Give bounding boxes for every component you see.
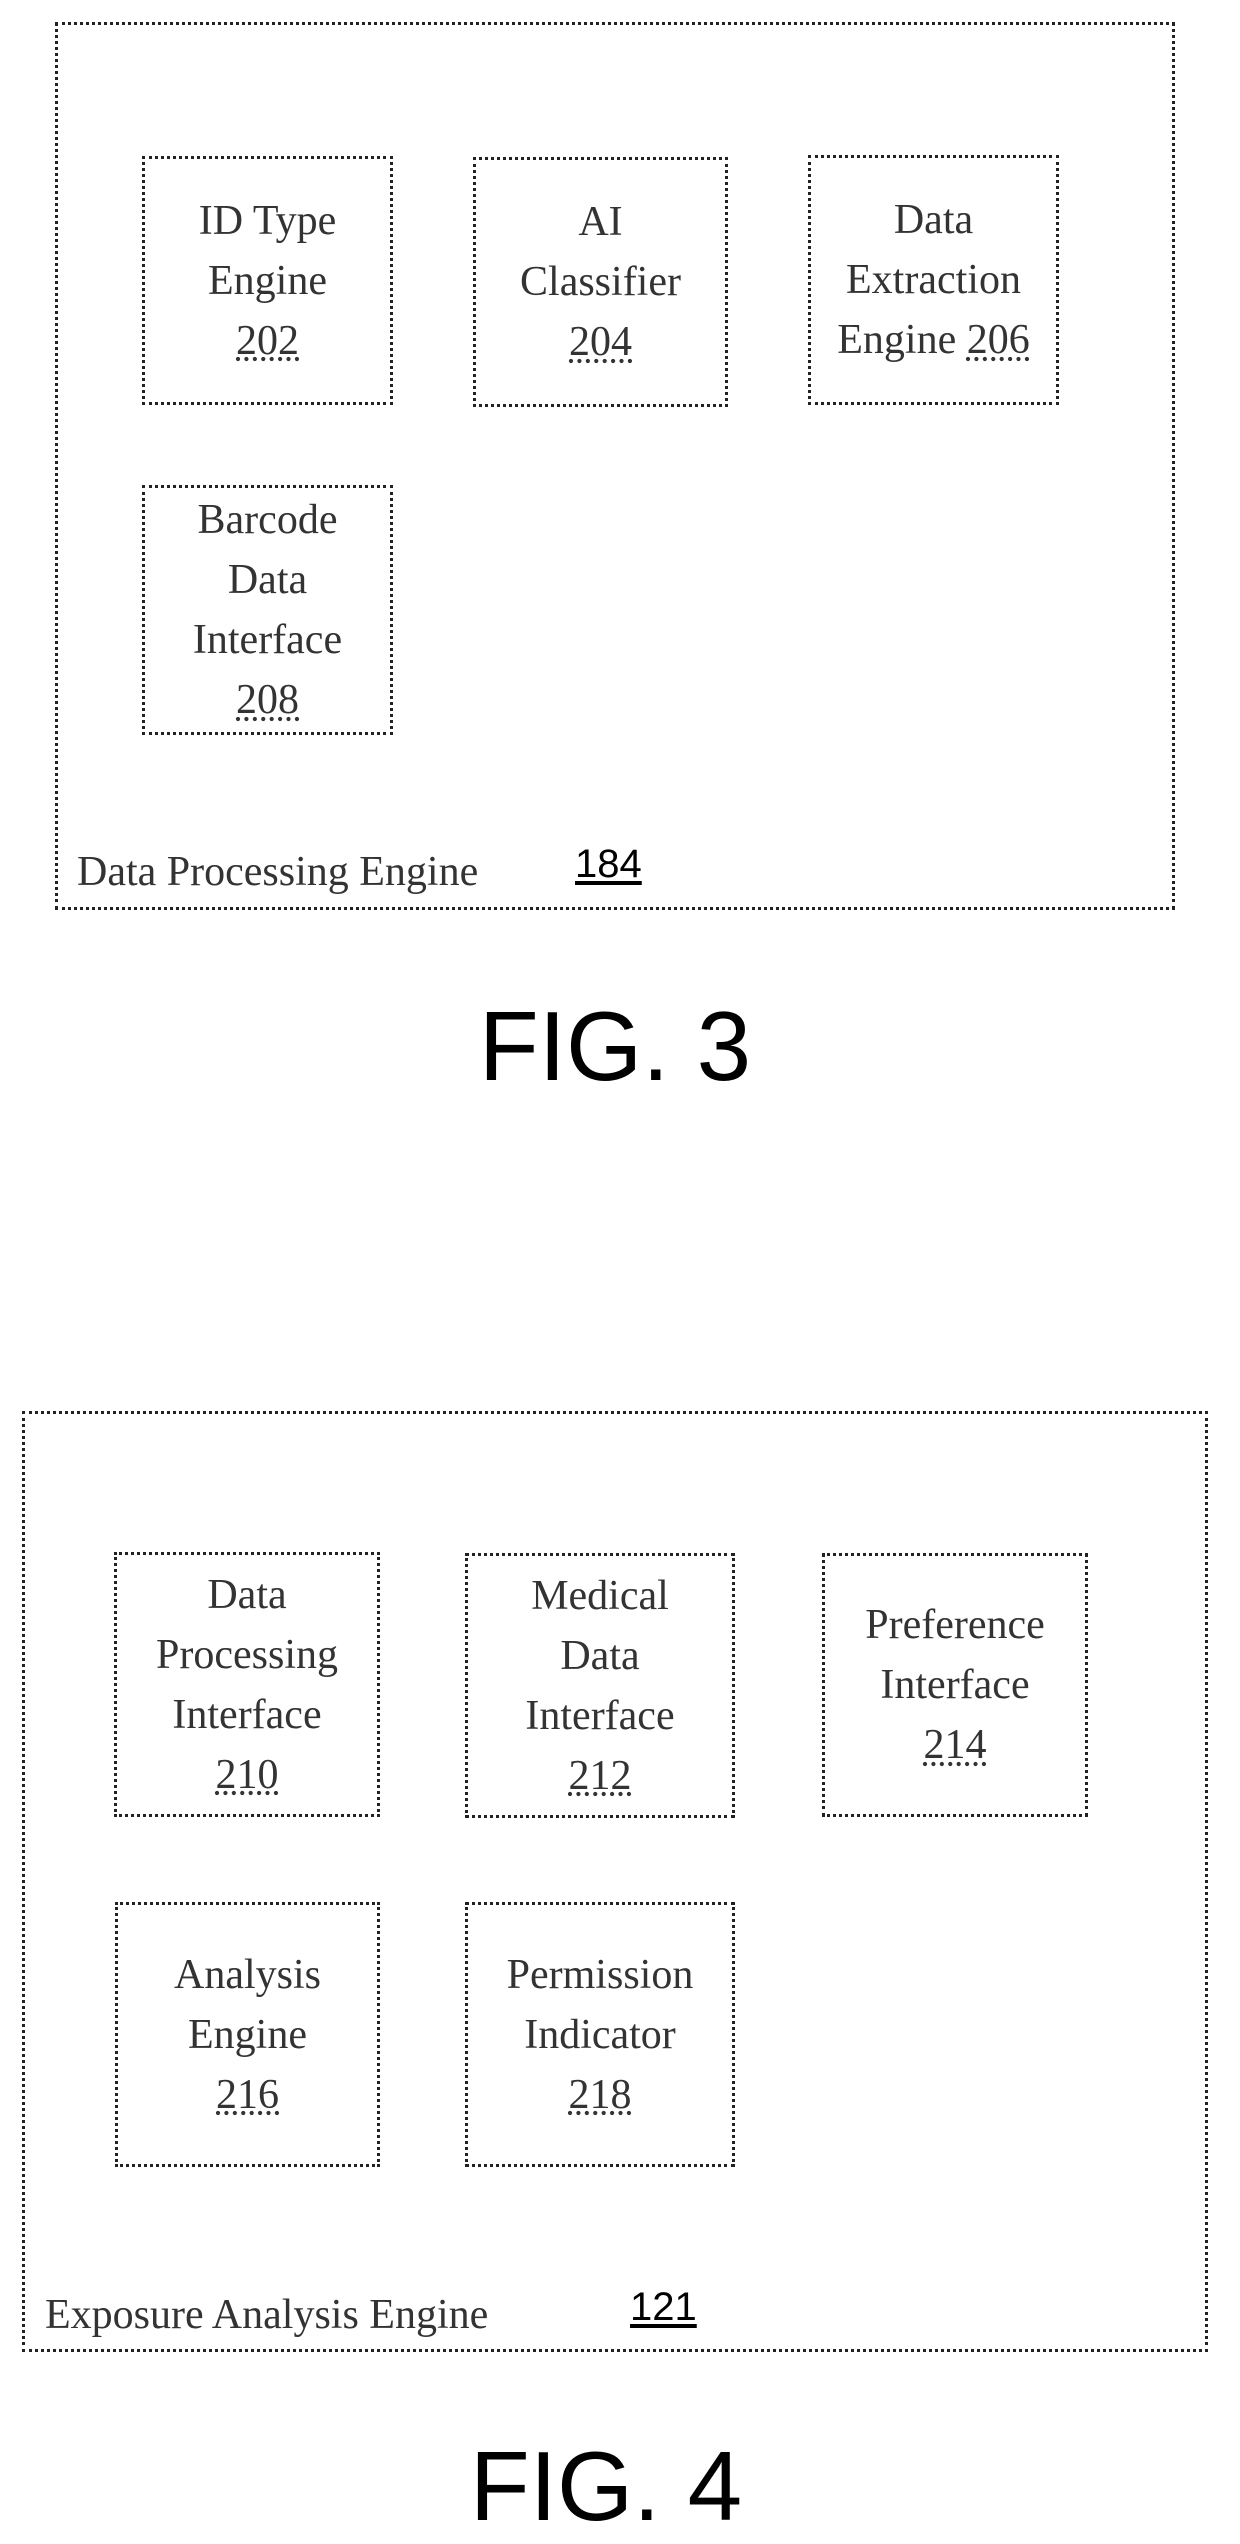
component-ref-number: 208 [236,677,299,723]
container-ref-number: 121 [630,2285,697,2329]
figure-caption: FIG. 3 [478,991,752,1101]
component-label-line: ID Type [198,197,337,244]
component-ref-number: 216 [216,2071,279,2118]
component-ref-number: 210 [215,1751,279,1798]
analysis-engine-box: Analysis Engine 216 [115,1902,380,2167]
component-label-line: Interface [192,617,343,663]
component-label-line: Classifier [520,259,681,305]
component-ref-number: 218 [568,2071,632,2118]
component-label-line: Preference [865,1602,1045,1648]
component-label-line: Data [227,557,308,603]
component-ref-number: 204 [569,319,632,365]
container-label: Data Processing Engine [77,849,479,895]
component-ref-number: 202 [236,317,299,364]
component-label-line: Interface [880,1662,1030,1708]
medical-data-interface-box: Medical Data Interface 212 [465,1553,735,1818]
component-label-line: Interface [525,1692,675,1739]
component-label-line: Interface [172,1691,322,1738]
barcode-data-interface-box: Barcode Data Interface 208 [142,485,393,735]
component-label-line: Permission [506,1951,694,1998]
component-label-line: AI [578,199,623,245]
component-label-line: Data [560,1632,640,1679]
component-label-word: Engine [837,317,957,363]
id-type-engine-box: ID Type Engine 202 [142,156,393,405]
container-ref-number: 184 [575,842,642,886]
preference-interface-box: Preference Interface 214 [822,1553,1088,1817]
component-label-line: Engine [208,257,327,304]
permission-indicator-box: Permission Indicator 218 [465,1902,735,2167]
component-label-line: Engine [188,2011,307,2058]
component-label-line: Data [207,1571,287,1618]
component-label-line: Data [893,197,974,243]
component-label-line: Analysis [174,1951,321,1998]
component-label-line-with-ref: Engine 206 [837,310,1029,370]
component-label-line: Indicator [524,2011,676,2058]
component-ref-number: 212 [568,1752,632,1799]
component-label-line: Extraction [846,257,1021,303]
component-label-line: Barcode [197,497,338,543]
component-label-line: Processing [156,1631,338,1678]
data-processing-interface-box: Data Processing Interface 210 [114,1552,380,1817]
data-extraction-engine-box: Data Extraction Engine 206 [808,155,1059,405]
component-label-line: Medical [531,1572,669,1619]
figure-caption: FIG. 4 [469,2431,743,2541]
component-ref-number: 206 [966,317,1030,363]
ai-classifier-box: AI Classifier 204 [473,157,728,407]
container-label: Exposure Analysis Engine [45,2292,489,2338]
component-ref-number: 214 [923,1722,987,1768]
